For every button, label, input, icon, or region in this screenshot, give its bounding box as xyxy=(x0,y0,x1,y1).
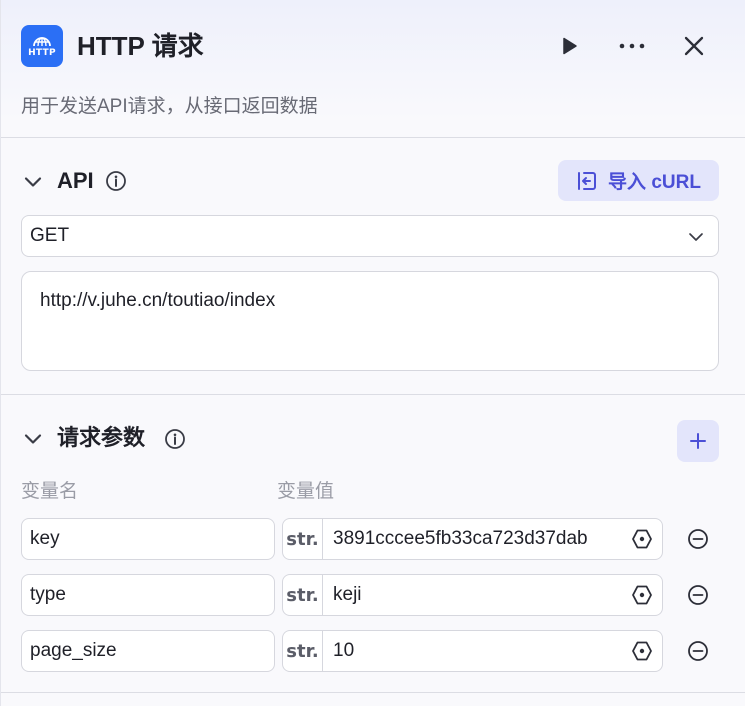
param-name-input[interactable]: key xyxy=(21,518,275,560)
variable-ref-button[interactable] xyxy=(622,575,662,615)
logo-label: HTTP xyxy=(28,47,56,58)
variable-ref-button[interactable] xyxy=(622,631,662,671)
remove-param-icon[interactable] xyxy=(687,584,709,606)
import-curl-label: 导入 cURL xyxy=(608,172,701,193)
variable-icon xyxy=(632,529,652,549)
param-row: key str. 3891cccee5fb33ca723d37dab xyxy=(1,518,745,560)
divider xyxy=(1,394,745,395)
param-row: page_size str. 10 xyxy=(1,630,745,672)
play-icon xyxy=(563,37,577,55)
params-section-title: 请求参数 xyxy=(57,425,146,450)
type-tag[interactable]: str. xyxy=(283,575,323,615)
type-tag[interactable]: str. xyxy=(283,519,323,559)
divider xyxy=(1,137,745,138)
param-name-input[interactable]: page_size xyxy=(21,630,275,672)
chevron-down-icon xyxy=(24,177,42,187)
add-param-button[interactable] xyxy=(677,420,719,462)
param-row: type str. keji xyxy=(1,574,745,616)
remove-param-icon[interactable] xyxy=(687,640,709,662)
method-select[interactable]: GET xyxy=(21,215,719,257)
api-section-title: API xyxy=(57,168,94,193)
param-value-text[interactable]: 3891cccee5fb33ca723d37dab xyxy=(323,519,622,559)
param-name-input[interactable]: type xyxy=(21,574,275,616)
import-curl-button[interactable]: 导入 cURL xyxy=(558,160,719,201)
variable-ref-button[interactable] xyxy=(622,519,662,559)
param-value-input[interactable]: str. 3891cccee5fb33ca723d37dab xyxy=(282,518,663,560)
chevron-down-icon xyxy=(24,434,42,444)
method-value: GET xyxy=(30,225,70,246)
globe-icon xyxy=(33,36,51,46)
param-value-text[interactable]: keji xyxy=(323,575,622,615)
divider xyxy=(1,692,745,693)
close-button[interactable] xyxy=(677,30,711,62)
column-header-name: 变量名 xyxy=(21,481,79,502)
plus-icon xyxy=(690,433,706,449)
column-header-value: 变量值 xyxy=(277,481,335,502)
param-value-input[interactable]: str. keji xyxy=(282,574,663,616)
node-description: 用于发送API请求，从接口返回数据 xyxy=(21,96,318,117)
http-logo-icon: HTTP xyxy=(21,25,63,67)
type-tag[interactable]: str. xyxy=(283,631,323,671)
url-input[interactable]: http://v.juhe.cn/toutiao/index xyxy=(21,271,719,371)
api-section-toggle[interactable] xyxy=(21,170,45,194)
http-request-panel: HTTP HTTP 请求 用于发送API请求，从接口返回数据 API 导入 cU… xyxy=(0,0,745,706)
param-value-text[interactable]: 10 xyxy=(323,631,622,671)
node-title: HTTP 请求 xyxy=(77,31,204,61)
chevron-down-icon xyxy=(689,233,703,241)
variable-icon xyxy=(632,641,652,661)
param-value-input[interactable]: str. 10 xyxy=(282,630,663,672)
more-button[interactable] xyxy=(615,30,649,62)
import-icon xyxy=(578,171,597,190)
info-icon[interactable] xyxy=(105,170,127,192)
remove-param-icon[interactable] xyxy=(687,528,709,550)
more-icon xyxy=(619,43,645,49)
panel-header: HTTP HTTP 请求 xyxy=(1,0,745,92)
variable-icon xyxy=(632,585,652,605)
params-section-toggle[interactable] xyxy=(21,427,45,451)
close-icon xyxy=(684,36,704,56)
info-icon[interactable] xyxy=(164,428,186,450)
run-button[interactable] xyxy=(552,30,586,62)
